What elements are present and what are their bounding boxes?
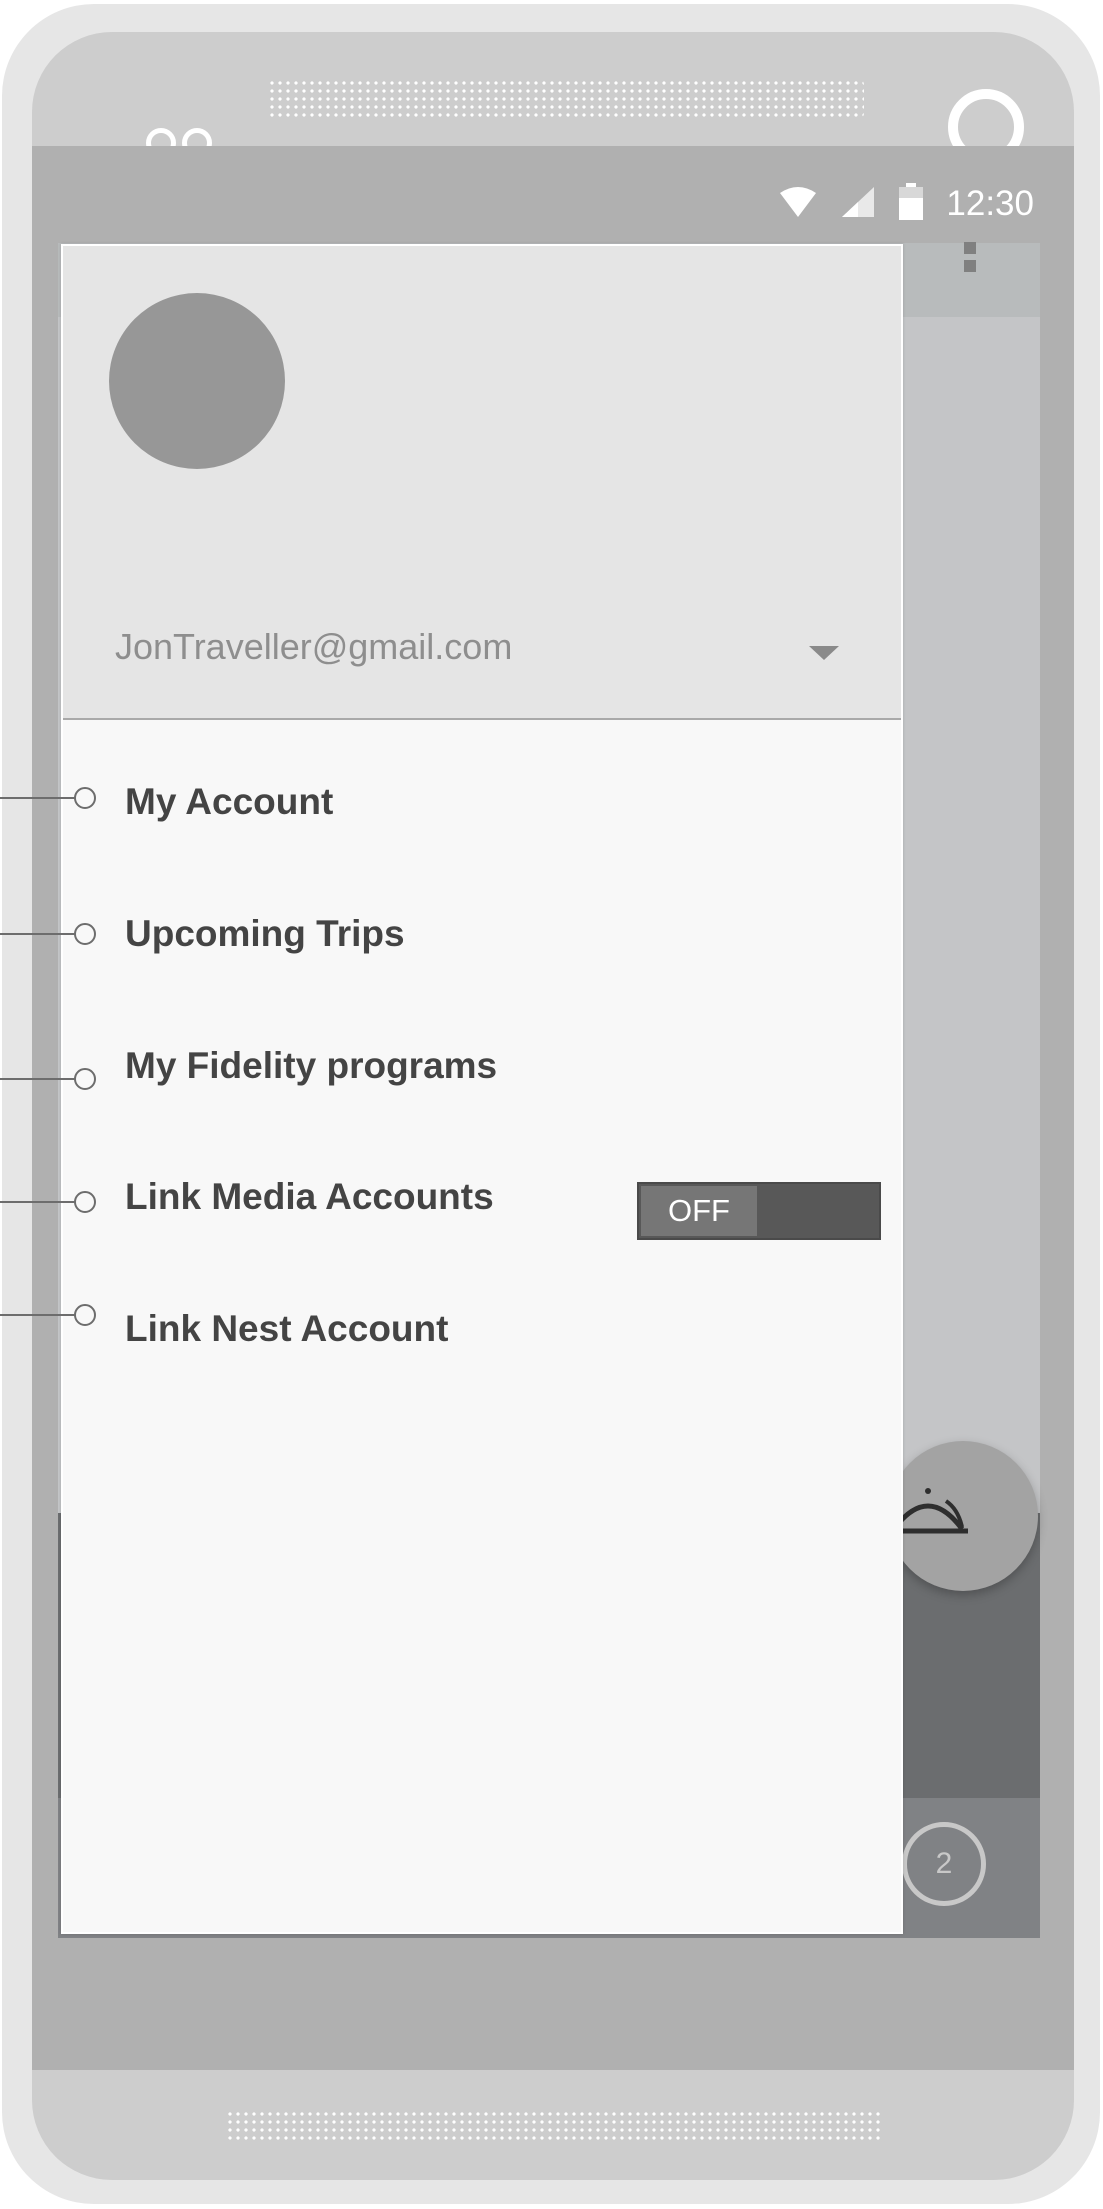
account-email[interactable]: JonTraveller@gmail.com (115, 626, 512, 668)
menu-item-upcoming-trips[interactable]: Upcoming Trips (125, 913, 405, 955)
callout-line (0, 933, 80, 935)
top-speaker-grille (268, 79, 864, 119)
overflow-menu-icon[interactable] (964, 242, 976, 278)
menu-item-fidelity-programs[interactable]: My Fidelity programs (125, 1045, 497, 1087)
phone-screen: 12:30 2 JonTraveller@gmail.com My Accoun… (32, 146, 1074, 2070)
status-time: 12:30 (946, 184, 1034, 223)
cellular-signal-icon (840, 185, 876, 224)
callout-marker (74, 923, 96, 945)
media-accounts-toggle[interactable]: OFF (637, 1182, 881, 1240)
callout-marker (74, 1068, 96, 1090)
bottom-speaker-grille (226, 2110, 884, 2140)
status-bar: 12:30 (778, 182, 1034, 226)
menu-item-link-media-accounts[interactable]: Link Media Accounts (125, 1176, 494, 1218)
notification-badge[interactable]: 2 (902, 1822, 986, 1906)
battery-icon (898, 182, 924, 226)
callout-line (0, 797, 80, 799)
avatar[interactable] (109, 293, 285, 469)
drawer-header: JonTraveller@gmail.com (63, 246, 901, 720)
toggle-state-label: OFF (641, 1186, 757, 1236)
chevron-down-icon[interactable] (809, 646, 839, 660)
menu-item-my-account[interactable]: My Account (125, 781, 333, 823)
callout-line (0, 1078, 80, 1080)
room-service-button[interactable] (888, 1441, 1038, 1591)
callout-line (0, 1201, 80, 1203)
badge-count: 2 (935, 1847, 953, 1880)
wifi-icon (778, 185, 818, 224)
room-service-bell-icon (888, 1488, 968, 1534)
menu-item-link-nest-account[interactable]: Link Nest Account (125, 1308, 448, 1350)
callout-marker (74, 1191, 96, 1213)
callout-line (0, 1314, 80, 1316)
callout-marker (74, 1304, 96, 1326)
navigation-drawer: JonTraveller@gmail.com My Account Upcomi… (61, 244, 903, 1934)
callout-marker (74, 787, 96, 809)
